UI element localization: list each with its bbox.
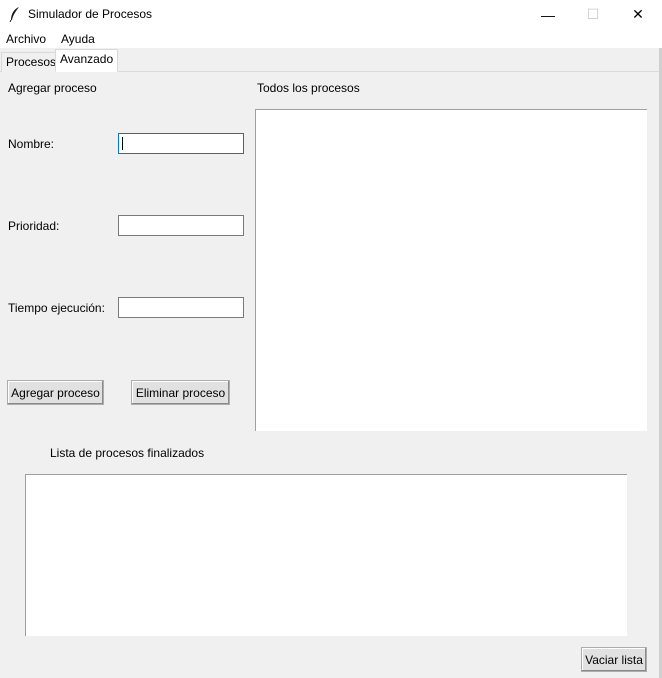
prioridad-input[interactable] xyxy=(118,215,244,236)
maximize-button[interactable]: ☐ xyxy=(570,0,616,29)
menu-bar: Archivo Ayuda xyxy=(0,29,662,48)
all-processes-listbox[interactable] xyxy=(255,109,647,431)
add-process-button[interactable]: Agregar proceso xyxy=(7,380,104,405)
close-button[interactable]: ✕ xyxy=(615,0,661,29)
prioridad-label: Prioridad: xyxy=(8,219,60,233)
menu-archivo[interactable]: Archivo xyxy=(6,32,46,46)
window-title: Simulador de Procesos xyxy=(28,7,153,21)
all-processes-heading: Todos los procesos xyxy=(257,81,360,95)
title-bar: Simulador de Procesos — ☐ ✕ xyxy=(0,0,662,29)
tab-procesos[interactable]: Procesos xyxy=(1,52,62,72)
clear-list-button[interactable]: Vaciar lista xyxy=(581,647,647,672)
tab-bar: Procesos Avanzado xyxy=(0,48,662,72)
text-caret xyxy=(122,137,123,150)
nombre-label: Nombre: xyxy=(8,137,55,151)
feather-icon xyxy=(9,7,19,22)
nombre-input[interactable] xyxy=(118,133,244,154)
tiempo-ejecucion-input[interactable] xyxy=(118,297,244,318)
finished-processes-heading: Lista de procesos finalizados xyxy=(50,446,205,460)
finished-processes-listbox[interactable] xyxy=(25,474,627,636)
tab-avanzado[interactable]: Avanzado xyxy=(55,49,119,72)
minimize-button[interactable]: — xyxy=(525,0,571,29)
menu-ayuda[interactable]: Ayuda xyxy=(61,32,95,46)
add-process-heading: Agregar proceso xyxy=(8,81,97,95)
remove-process-button[interactable]: Eliminar proceso xyxy=(131,380,230,405)
tiempo-ejecucion-label: Tiempo ejecución: xyxy=(8,301,105,315)
